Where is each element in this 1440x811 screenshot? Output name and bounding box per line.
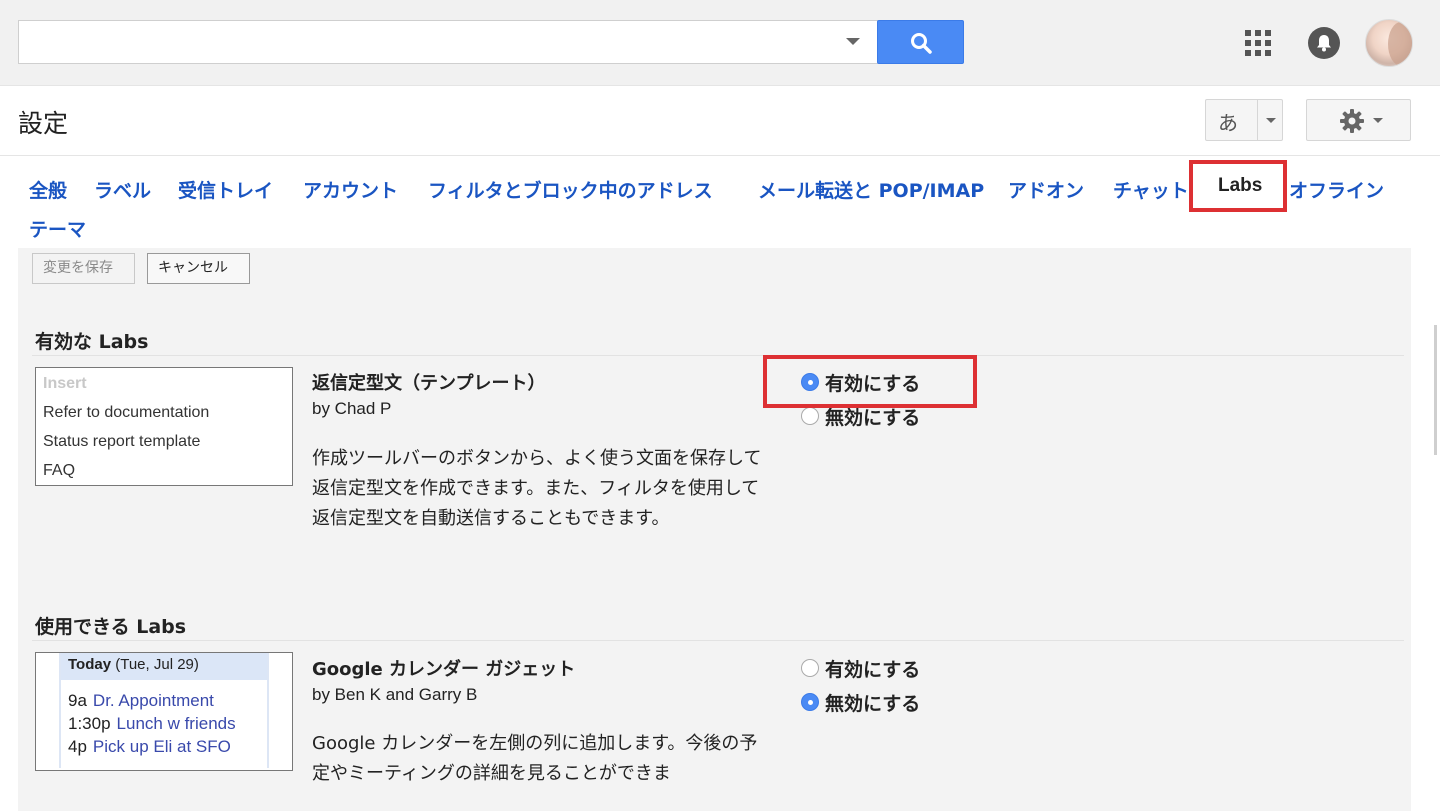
canned-responses-preview: Insert Refer to documentation Status rep… (35, 367, 293, 486)
input-tools-button[interactable]: あ (1205, 99, 1283, 141)
input-tools-dropdown-icon[interactable] (1266, 118, 1276, 123)
lab-title: 返信定型文（テンプレート） (312, 373, 546, 394)
radio-checked-icon (801, 693, 819, 711)
calendar-event: 4p Pick up Eli at SFO (68, 737, 231, 756)
tab-addons[interactable]: アドオン (1008, 176, 1084, 203)
settings-header: 設定 あ (0, 86, 1440, 156)
lab-author: by Ben K and Garry B (312, 685, 478, 704)
lab-description: 作成ツールバーのボタンから、よく使う文面を保存して返信定型文を作成できます。また… (312, 448, 762, 529)
tab-general[interactable]: 全般 (29, 176, 67, 203)
preview-line: Status report template (43, 433, 201, 450)
lab-author: by Chad P (312, 399, 392, 418)
calendar-event: 9a Dr. Appointment (68, 691, 214, 710)
save-changes-button[interactable]: 変更を保存 (32, 253, 135, 284)
labs-tab-highlight (1189, 160, 1287, 212)
settings-tabs: 全般 ラベル 受信トレイ アカウント フィルタとブロック中のアドレス メール転送… (0, 156, 1440, 248)
tab-chat[interactable]: チャット (1113, 176, 1189, 203)
preview-line: Refer to documentation (43, 404, 210, 421)
tab-themes[interactable]: テーマ (29, 215, 86, 242)
tab-offline[interactable]: オフライン (1289, 176, 1384, 203)
lab-title: Google カレンダー ガジェット (312, 659, 576, 680)
enabled-labs-heading: 有効な Labs (35, 331, 149, 353)
preview-line: FAQ (43, 462, 76, 479)
notifications-bell-icon[interactable] (1308, 27, 1340, 59)
preview-line: Insert (43, 375, 87, 392)
gear-icon (1340, 109, 1364, 133)
search-options-caret-icon[interactable] (846, 38, 860, 45)
available-labs-heading: 使用できる Labs (35, 616, 187, 638)
tab-forwarding[interactable]: メール転送と POP/IMAP (758, 176, 984, 203)
cancel-button[interactable]: キャンセル (147, 253, 250, 284)
calendar-gadget-preview: Today (Tue, Jul 29) 9a Dr. Appointment 1:… (35, 652, 293, 771)
calendar-today-date: (Tue, Jul 29) (115, 656, 199, 673)
section-divider (32, 640, 1404, 641)
page-title: 設定 (18, 109, 69, 138)
radio-unchecked-icon (801, 659, 819, 677)
settings-gear-button[interactable] (1306, 99, 1411, 141)
calendar-today-label: Today (Tue, Jul 29) (68, 656, 199, 673)
scrollbar[interactable] (1434, 325, 1437, 455)
tab-inbox[interactable]: 受信トレイ (178, 176, 273, 203)
radio-unchecked-icon (801, 407, 819, 425)
search-icon (911, 33, 932, 54)
account-avatar[interactable] (1365, 19, 1413, 67)
calendar-event: 1:30p Lunch w friends (68, 714, 236, 733)
input-tools-label: あ (1218, 111, 1238, 135)
chevron-down-icon (1373, 118, 1383, 123)
top-bar (0, 0, 1440, 86)
section-divider (32, 355, 1404, 356)
apps-grid-icon[interactable] (1245, 30, 1271, 56)
calendar-preview-body: Today (Tue, Jul 29) 9a Dr. Appointment 1:… (59, 653, 269, 768)
enable-option-highlight (763, 355, 977, 408)
enable-label: 有効にする (825, 659, 921, 681)
labs-panel: 変更を保存 キャンセル 有効な Labs Insert Refer to doc… (18, 248, 1411, 811)
input-tools-divider (1257, 100, 1258, 140)
tab-filters[interactable]: フィルタとブロック中のアドレス (428, 176, 713, 203)
lab-description: Google カレンダーを左側の列に追加します。今後の予定やミーティングの詳細を… (312, 733, 758, 784)
search-button[interactable] (877, 20, 964, 64)
tab-accounts[interactable]: アカウント (303, 176, 398, 203)
search-input[interactable] (18, 20, 878, 64)
disable-label: 無効にする (825, 693, 921, 715)
calendar-preview-header: Today (Tue, Jul 29) (61, 653, 267, 680)
tab-labels[interactable]: ラベル (94, 176, 151, 203)
